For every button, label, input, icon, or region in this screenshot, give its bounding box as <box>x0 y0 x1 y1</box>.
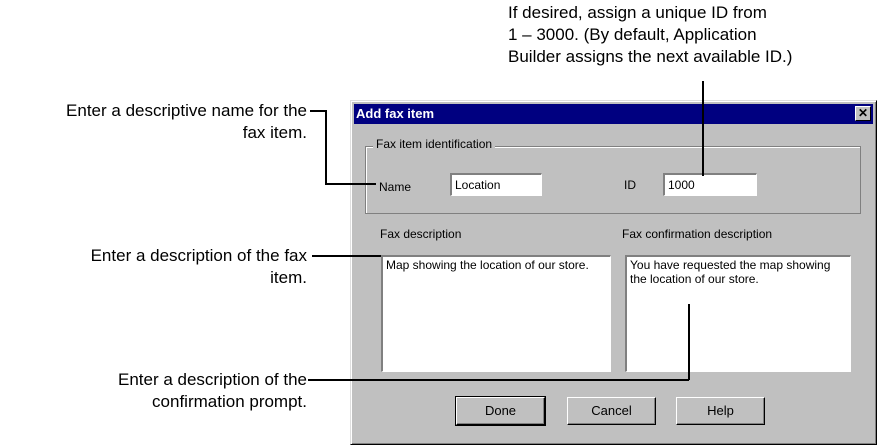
id-hint-line-3: Builder assigns the next available ID.) <box>508 47 793 66</box>
confirm-hint-callout: Enter a description of the confirmation … <box>118 369 307 413</box>
close-button[interactable]: ✕ <box>855 106 871 121</box>
group-label: Fax item identification <box>373 137 496 151</box>
desc-hint-line-1: Enter a description of the fax <box>90 246 307 265</box>
id-hint-line-2: 1 – 3000. (By default, Application <box>508 25 757 44</box>
fax-description-label: Fax description <box>380 227 462 241</box>
fax-item-identification-group <box>365 146 861 214</box>
name-hint-line-1: Enter a descriptive name for the <box>66 101 307 120</box>
name-input[interactable] <box>450 173 542 196</box>
add-fax-item-dialog: Add fax item ✕ Fax item identification N… <box>350 100 877 445</box>
id-label: ID <box>624 178 636 192</box>
name-leader-top <box>310 110 326 112</box>
id-leader-vertical <box>702 81 704 176</box>
id-hint-line-1: If desired, assign a unique ID from <box>508 3 767 22</box>
confirm-hint-line-1: Enter a description of the <box>117 370 307 389</box>
help-button[interactable]: Help <box>676 397 765 425</box>
confirm-hint-line-2: confirmation prompt. <box>152 392 307 411</box>
name-hint-line-2: fax item. <box>242 123 307 142</box>
close-icon: ✕ <box>857 106 869 120</box>
done-button[interactable]: Done <box>455 396 546 426</box>
done-button-label: Done <box>484 403 517 418</box>
name-hint-callout: Enter a descriptive name for the fax ite… <box>66 100 307 144</box>
confirm-leader-horizontal <box>308 379 689 381</box>
id-hint-callout: If desired, assign a unique ID from 1 – … <box>508 2 792 68</box>
cancel-button-label: Cancel <box>591 403 632 418</box>
dialog-title: Add fax item <box>356 106 435 121</box>
dialog-titlebar[interactable]: Add fax item ✕ <box>354 104 873 124</box>
desc-hint-callout: Enter a description of the fax item. <box>91 245 307 289</box>
desc-hint-line-2: item. <box>270 268 307 287</box>
help-button-label: Help <box>707 403 734 418</box>
name-leader-bottom <box>325 183 376 185</box>
desc-leader <box>312 255 381 257</box>
fax-confirmation-label: Fax confirmation description <box>622 227 773 241</box>
id-input[interactable] <box>663 173 757 196</box>
confirm-leader-vertical <box>688 304 690 380</box>
name-leader-vertical <box>325 110 327 184</box>
fax-confirmation-textarea[interactable]: You have requested the map showing the l… <box>625 255 851 372</box>
fax-description-textarea[interactable]: Map showing the location of our store. <box>381 255 611 372</box>
cancel-button[interactable]: Cancel <box>567 397 656 425</box>
name-label: Name <box>379 180 412 194</box>
